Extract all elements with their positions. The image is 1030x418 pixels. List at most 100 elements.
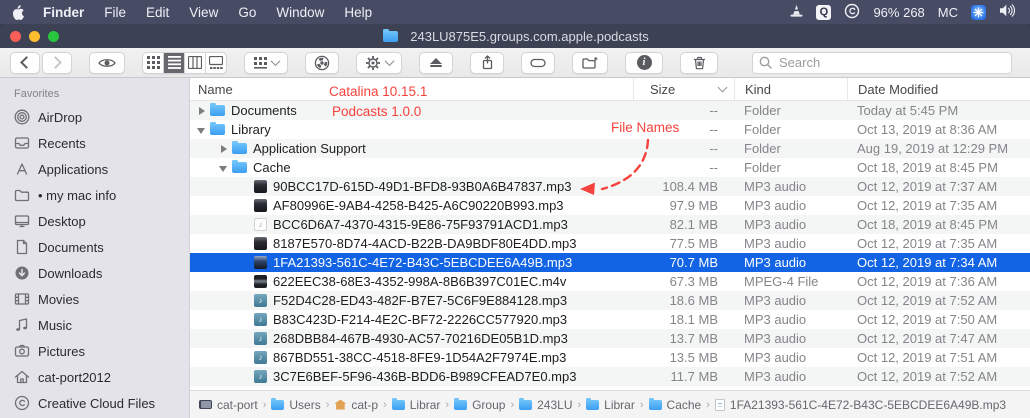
path-item-users[interactable]: Users — [271, 397, 321, 412]
file-date-modified: Oct 12, 2019 at 7:35 AM — [857, 236, 998, 251]
apple-menu-icon[interactable] — [12, 4, 25, 20]
path-item-librar[interactable]: Librar — [391, 397, 440, 412]
name-cell: 1FA21393-561C-4E72-B43C-5EBCDEE6A49B.mp3 — [190, 255, 633, 270]
table-row[interactable]: 8187E570-8D74-4ACD-B22B-DA9BDF80E4DD.mp3… — [190, 234, 1030, 253]
battery-status[interactable]: 96% 268 — [873, 5, 924, 20]
forward-button[interactable] — [42, 51, 72, 74]
get-info-button[interactable]: i — [625, 51, 663, 74]
file-size: -- — [709, 103, 718, 118]
icon-view-button[interactable] — [143, 53, 163, 73]
sidebar-item-recents[interactable]: Recents — [0, 130, 189, 156]
eject-button[interactable] — [419, 51, 453, 74]
creative-cloud-icon[interactable] — [844, 3, 860, 22]
sidebar-item-desktop[interactable]: Desktop — [0, 208, 189, 234]
album-icon — [254, 256, 267, 269]
sidebar-item-airdrop[interactable]: AirDrop — [0, 104, 189, 130]
sidebar-item-music[interactable]: Music — [0, 312, 189, 338]
back-button[interactable] — [10, 51, 40, 74]
path-item-cache[interactable]: Cache — [648, 397, 701, 412]
sidebar-item-pictures[interactable]: Pictures — [0, 338, 189, 364]
search-input[interactable] — [777, 54, 1005, 71]
sidebar-item-label: Creative Cloud Files — [38, 395, 156, 411]
q-app-icon[interactable]: Q — [816, 4, 832, 20]
path-item-librar[interactable]: Librar — [586, 397, 635, 412]
minimize-button[interactable] — [29, 31, 40, 42]
zoom-button[interactable] — [48, 31, 59, 42]
menu-finder[interactable]: Finder — [33, 0, 94, 24]
audio-teal-icon — [254, 294, 267, 307]
settings-icon[interactable] — [971, 4, 986, 20]
disclosure-icon[interactable] — [196, 124, 208, 136]
sidebar-item-downloads[interactable]: Downloads — [0, 260, 189, 286]
path-item-cat-port[interactable]: cat-port — [199, 398, 258, 412]
menu-window[interactable]: Window — [266, 0, 334, 24]
table-row[interactable]: Application Support -- Folder Aug 19, 20… — [190, 139, 1030, 158]
column-header-date-modified[interactable]: Date Modified — [847, 78, 1030, 100]
group-by-button[interactable] — [244, 51, 288, 74]
vlc-cone-icon[interactable] — [790, 4, 803, 21]
table-row[interactable]: AF80996E-9AB4-4258-B425-A6C90220B993.mp3… — [190, 196, 1030, 215]
share-button[interactable] — [470, 51, 504, 74]
sidebar-item-movies[interactable]: Movies — [0, 286, 189, 312]
folder-icon — [210, 122, 225, 135]
sidebar-item-applications[interactable]: Applications — [0, 156, 189, 182]
list-view-button[interactable] — [163, 52, 184, 73]
path-item-243lu[interactable]: 243LU — [519, 397, 573, 412]
menu-help[interactable]: Help — [334, 0, 382, 24]
sidebar-item-cat-port2012[interactable]: cat-port2012 — [0, 364, 189, 390]
new-folder-button[interactable] — [572, 51, 608, 74]
column-header-size[interactable]: Size — [633, 78, 734, 100]
table-row[interactable]: F52D4C28-ED43-482F-B7E7-5C6F9E884128.mp3… — [190, 291, 1030, 310]
path-item-1fa21393-561c-4e72-b43c-5ebcdee6a49b-mp3[interactable]: 1FA21393-561C-4E72-B43C-5EBCDEE6A49B.mp3 — [714, 398, 1006, 412]
file-kind: MP3 audio — [744, 312, 807, 327]
table-row[interactable]: 268DBB84-467B-4930-AC57-70216DE05B1D.mp3… — [190, 329, 1030, 348]
action-button[interactable] — [356, 51, 402, 74]
gear-icon — [366, 55, 380, 70]
close-button[interactable] — [10, 31, 21, 42]
audio-teal-icon — [254, 351, 267, 364]
menu-edit[interactable]: Edit — [136, 0, 179, 24]
column-view-button[interactable] — [184, 52, 205, 73]
quick-look-button[interactable] — [89, 51, 125, 74]
sidebar-item-creative-cloud-files[interactable]: Creative Cloud Files — [0, 390, 189, 416]
table-row[interactable]: Library -- Folder Oct 13, 2019 at 8:36 A… — [190, 120, 1030, 139]
file-size: 108.4 MB — [662, 179, 718, 194]
folder-icon — [13, 187, 30, 204]
table-row[interactable]: 3C7E6BEF-5F96-436B-BDD6-B989CFEAD7E0.mp3… — [190, 367, 1030, 386]
table-row[interactable]: B83C423D-F214-4E2C-BF72-2226CC577920.mp3… — [190, 310, 1030, 329]
window-title-bar[interactable]: 243LU875E5.groups.com.apple.podcasts — [0, 24, 1030, 48]
column-header-kind[interactable]: Kind — [734, 78, 847, 100]
table-row[interactable]: 622EEC38-68E3-4352-998A-8B6B397C01EC.m4v… — [190, 272, 1030, 291]
gallery-view-button[interactable] — [205, 52, 226, 73]
search-field[interactable] — [752, 51, 1012, 74]
recents-icon — [13, 135, 30, 152]
sidebar-item-label: • my mac info — [38, 187, 117, 203]
disclosure-icon[interactable] — [218, 143, 230, 155]
user-account[interactable]: MC — [938, 5, 958, 20]
table-row[interactable]: 867BD551-38CC-4518-8FE9-1D54A2F7974E.mp3… — [190, 348, 1030, 367]
trash-icon — [693, 56, 705, 70]
path-item-group[interactable]: Group — [454, 397, 505, 412]
sidebar-item-documents[interactable]: Documents — [0, 234, 189, 260]
delete-button[interactable] — [680, 51, 718, 74]
disclosure-icon — [240, 257, 252, 269]
tag-button[interactable] — [521, 51, 555, 74]
table-row[interactable]: 90BCC17D-615D-49D1-BFD8-93B0A6B47837.mp3… — [190, 177, 1030, 196]
menu-go[interactable]: Go — [228, 0, 266, 24]
menu-view[interactable]: View — [179, 0, 228, 24]
menu-file[interactable]: File — [94, 0, 136, 24]
disclosure-icon — [240, 333, 252, 345]
table-row[interactable]: BCC6D6A7-4370-4315-9E86-75F93791ACD1.mp3… — [190, 215, 1030, 234]
column-header-name[interactable]: Name — [190, 78, 633, 100]
burn-button[interactable] — [305, 51, 339, 74]
folder-icon — [232, 160, 247, 173]
home-icon — [13, 369, 30, 386]
sidebar-item-my-mac-info[interactable]: • my mac info — [0, 182, 189, 208]
table-row[interactable]: 1FA21393-561C-4E72-B43C-5EBCDEE6A49B.mp3… — [190, 253, 1030, 272]
table-row[interactable]: Documents -- Folder Today at 5:45 PM — [190, 101, 1030, 120]
volume-icon[interactable] — [999, 4, 1016, 20]
path-item-cat-p[interactable]: cat-p — [334, 398, 378, 412]
disclosure-icon[interactable] — [196, 105, 208, 117]
table-row[interactable]: Cache -- Folder Oct 18, 2019 at 8:45 PM — [190, 158, 1030, 177]
disclosure-icon[interactable] — [218, 162, 230, 174]
